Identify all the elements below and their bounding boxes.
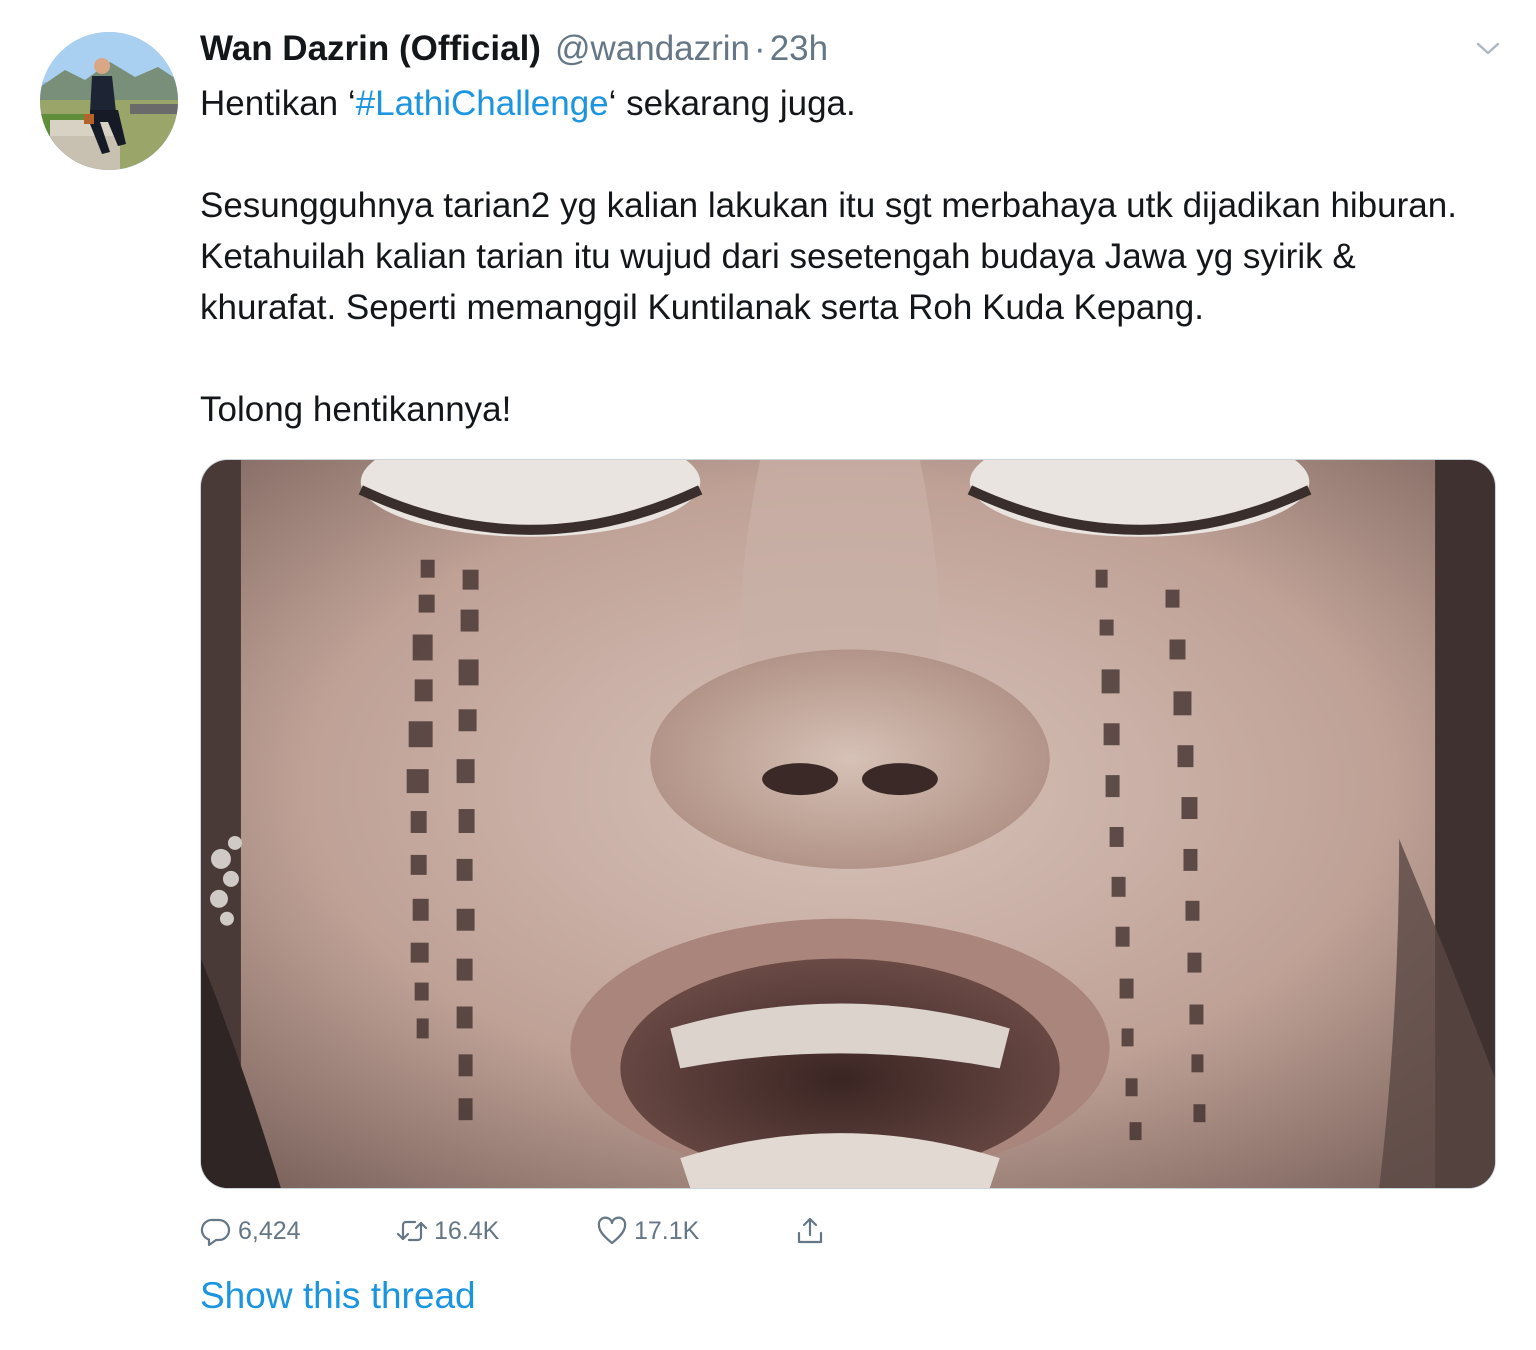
tweet-actions: 6,424 16.4K 17.1K: [200, 1206, 900, 1256]
retweet-count: 16.4K: [434, 1216, 500, 1245]
tweet-paragraph-3: Tolong hentikannya!: [200, 390, 512, 429]
reply-icon: [200, 1218, 231, 1247]
avatar-photo: [40, 32, 178, 170]
share-icon: [797, 1217, 823, 1244]
face-photo: [201, 460, 1495, 1188]
like-button[interactable]: 17.1K: [596, 1206, 699, 1256]
heart-icon: [597, 1216, 627, 1245]
tweet-paragraph-2: Sesungguhnya tarian2 yg kalian lakukan i…: [200, 186, 1457, 327]
tweet-text-line1: Hentikan ‘#LathiChallenge‘ sekarang juga…: [200, 78, 1500, 129]
retweet-button[interactable]: 16.4K: [396, 1206, 499, 1256]
hashtag-link[interactable]: #LathiChallenge: [356, 84, 609, 123]
retweet-icon: [396, 1220, 428, 1242]
share-button[interactable]: [794, 1206, 832, 1256]
tweet-header: Wan Dazrin (Official) @wandazrin · 23h: [200, 26, 828, 72]
author-handle[interactable]: @wandazrin: [555, 29, 750, 69]
separator-dot: ·: [754, 29, 766, 68]
avatar[interactable]: [40, 32, 178, 170]
more-menu-button[interactable]: [1474, 34, 1502, 62]
reply-button[interactable]: 6,424: [200, 1206, 301, 1256]
chevron-down-icon: [1476, 42, 1500, 55]
text-after-hashtag: ‘ sekarang juga.: [608, 84, 856, 123]
text-before-hashtag: Hentikan ‘: [200, 84, 356, 123]
like-count: 17.1K: [634, 1216, 700, 1245]
tweet-time[interactable]: 23h: [770, 29, 828, 69]
author-name[interactable]: Wan Dazrin (Official): [200, 29, 541, 69]
tweet-text: Hentikan ‘#LathiChallenge‘ sekarang juga…: [200, 78, 1500, 435]
tweet-media[interactable]: [200, 459, 1496, 1189]
tweet: Wan Dazrin (Official) @wandazrin · 23h H…: [0, 0, 1536, 1350]
reply-count: 6,424: [238, 1216, 301, 1245]
show-thread-link[interactable]: Show this thread: [200, 1272, 476, 1320]
